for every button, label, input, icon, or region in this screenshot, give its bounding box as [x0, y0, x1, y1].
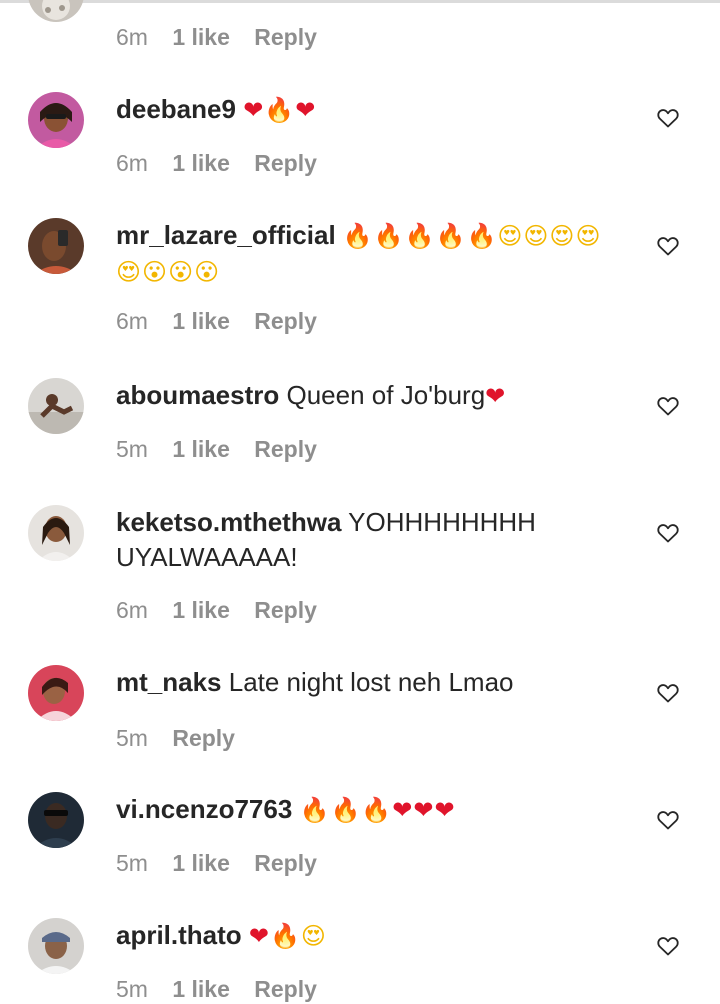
avatar[interactable] — [28, 918, 84, 974]
comment-time: 6m — [116, 150, 148, 176]
avatar[interactable] — [28, 0, 84, 22]
avatar[interactable] — [28, 92, 84, 148]
comment-username[interactable]: mr_lazare_official — [116, 220, 336, 250]
comment-text: deebane9 ❤🔥❤ — [116, 92, 626, 128]
comment-meta: 5m 1 like Reply — [116, 976, 335, 1003]
reply-button[interactable]: Reply — [254, 436, 317, 463]
comment-body: Queen of Jo'burg — [286, 380, 486, 410]
comment-meta: 5m Reply — [116, 725, 253, 752]
heart-outline-icon[interactable] — [656, 521, 680, 545]
comment-time: 5m — [116, 725, 148, 751]
like-count[interactable]: 1 like — [172, 150, 230, 177]
comment-meta: 6m 1 like Reply — [116, 24, 335, 51]
like-count[interactable]: 1 like — [172, 597, 230, 624]
avatar[interactable] — [28, 792, 84, 848]
heart-outline-icon[interactable] — [656, 808, 680, 832]
comment-meta: 5m 1 like Reply — [116, 436, 335, 463]
comment-time: 5m — [116, 850, 148, 876]
like-count[interactable]: 1 like — [172, 308, 230, 335]
comment-username[interactable]: mt_naks — [116, 667, 222, 697]
comment-username[interactable]: vi.ncenzo7763 — [116, 794, 292, 824]
comment-meta: 6m 1 like Reply — [116, 597, 335, 624]
reply-button[interactable]: Reply — [254, 308, 317, 335]
avatar[interactable] — [28, 505, 84, 561]
avatar[interactable] — [28, 665, 84, 721]
comment-username[interactable]: april.thato — [116, 920, 242, 950]
comment-text: mr_lazare_official 🔥🔥🔥🔥🔥😍😍😍😍😍😮😮😮 — [116, 218, 626, 290]
like-count[interactable]: 1 like — [172, 976, 230, 1003]
comment-emoji: ❤🔥❤ — [243, 96, 317, 124]
reply-button[interactable]: Reply — [172, 725, 235, 752]
comment-emoji: 🔥🔥🔥❤❤❤ — [299, 796, 456, 824]
comment-time: 6m — [116, 597, 148, 623]
like-count[interactable]: 1 like — [172, 850, 230, 877]
avatar[interactable] — [28, 378, 84, 434]
comment-emoji: ❤🔥😍 — [248, 922, 327, 950]
reply-button[interactable]: Reply — [254, 976, 317, 1003]
comment-time: 5m — [116, 436, 148, 462]
reply-button[interactable]: Reply — [254, 597, 317, 624]
reply-button[interactable]: Reply — [254, 150, 317, 177]
comment-meta: 6m 1 like Reply — [116, 150, 335, 177]
heart-outline-icon[interactable] — [656, 934, 680, 958]
comment-emoji: ❤ — [485, 382, 507, 410]
comment-meta: 5m 1 like Reply — [116, 850, 335, 877]
comment-text: april.thato ❤🔥😍 — [116, 918, 626, 954]
avatar[interactable] — [28, 218, 84, 274]
comment-time: 6m — [116, 24, 148, 50]
comment-text: vi.ncenzo7763 🔥🔥🔥❤❤❤ — [116, 792, 626, 828]
comment-body: Late night lost neh Lmao — [228, 667, 514, 697]
comment-text: mt_naks Late night lost neh Lmao — [116, 665, 626, 700]
like-count[interactable]: 1 like — [172, 436, 230, 463]
comment-text: keketso.mthethwa YOHHHHHHHH UYALWAAAAA! — [116, 505, 626, 575]
comment-username[interactable]: aboumaestro — [116, 380, 279, 410]
comment-username[interactable]: deebane9 — [116, 94, 236, 124]
comment-time: 5m — [116, 976, 148, 1002]
heart-outline-icon[interactable] — [656, 681, 680, 705]
reply-button[interactable]: Reply — [254, 850, 317, 877]
comment-username[interactable]: keketso.mthethwa — [116, 507, 341, 537]
heart-outline-icon[interactable] — [656, 394, 680, 418]
comment-meta: 6m 1 like Reply — [116, 308, 335, 335]
heart-outline-icon[interactable] — [656, 106, 680, 130]
divider — [0, 0, 720, 3]
reply-button[interactable]: Reply — [254, 24, 317, 51]
comment-text: aboumaestro Queen of Jo'burg❤ — [116, 378, 626, 414]
heart-outline-icon[interactable] — [656, 234, 680, 258]
like-count[interactable]: 1 like — [172, 24, 230, 51]
comment-time: 6m — [116, 308, 148, 334]
